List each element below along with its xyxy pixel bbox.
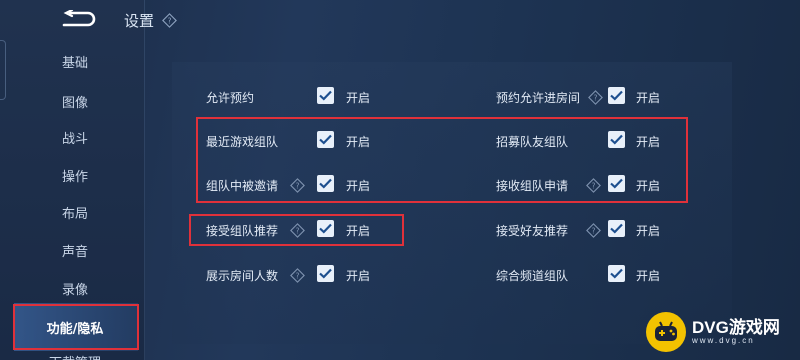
sidebar-item-graphics[interactable]: 图像 (30, 92, 120, 111)
setting-recruit-teammates: 招募队友组队 (496, 133, 568, 150)
checkmark-icon (610, 90, 623, 101)
help-diamond-icon[interactable]: ? (586, 178, 601, 193)
setting-show-room-count: 展示房间人数 ? (206, 267, 305, 284)
checkmark-icon (610, 178, 623, 189)
svg-text:?: ? (296, 271, 300, 280)
svg-text:?: ? (296, 226, 300, 235)
checkmark-icon (319, 268, 332, 279)
help-diamond-icon[interactable]: ? (290, 268, 305, 283)
checkbox-accept-team-recommend[interactable] (317, 220, 334, 237)
setting-invited-in-team: 组队中被邀请 ? (206, 177, 305, 194)
checkmark-icon (319, 134, 332, 145)
setting-label: 组队中被邀请 (206, 179, 279, 193)
setting-accept-friend-recommend: 接受好友推荐 ? (496, 222, 601, 239)
watermark-text: DVG游戏网 (692, 317, 780, 337)
sidebar-item-controls[interactable]: 操作 (30, 166, 120, 185)
watermark: DVG游戏网 www.dvg.cn (646, 310, 794, 354)
checkbox-recruit-teammates[interactable] (608, 131, 625, 148)
help-diamond-icon[interactable]: ? (588, 90, 603, 105)
setting-accept-team-recommend: 接受组队推荐 ? (206, 222, 305, 239)
checkbox-general-channel-team[interactable] (608, 265, 625, 282)
checkmark-icon (610, 223, 623, 234)
checkbox-show-room-count[interactable] (317, 265, 334, 282)
back-button[interactable] (58, 8, 98, 30)
setting-label: 接收组队申请 (496, 179, 569, 193)
setting-general-channel-team: 综合频道组队 (496, 267, 568, 284)
setting-recent-game-team: 最近游戏组队 (206, 133, 278, 150)
svg-text:?: ? (594, 93, 598, 102)
svg-text:?: ? (296, 181, 300, 190)
on-label: 开启 (636, 269, 661, 283)
setting-label: 允许预约 (206, 91, 255, 105)
help-diamond-icon[interactable]: ? (290, 178, 305, 193)
setting-label: 综合频道组队 (496, 269, 569, 283)
watermark-url: www.dvg.cn (692, 335, 755, 345)
help-diamond-icon[interactable]: ? (162, 13, 177, 28)
sidebar-item-function-privacy[interactable]: 功能/隐私 (30, 318, 120, 337)
back-arrow-icon (62, 10, 96, 27)
on-label: 开启 (346, 224, 371, 238)
page-title: 设置 ? (124, 10, 177, 31)
setting-receive-team-apply: 接收组队申请 ? (496, 177, 601, 194)
setting-label: 接受组队推荐 (206, 224, 279, 238)
on-label: 开启 (346, 91, 371, 105)
sidebar-item-battle[interactable]: 战斗 (30, 128, 120, 147)
setting-reservation-enter-room: 预约允许进房间 ? (496, 89, 603, 106)
on-label: 开启 (636, 179, 661, 193)
setting-label: 招募队友组队 (496, 135, 569, 149)
checkbox-reservation-enter-room[interactable] (608, 87, 625, 104)
page-title-text: 设置 (124, 12, 155, 30)
sidebar-item-replay[interactable]: 录像 (30, 279, 120, 298)
on-label: 开启 (346, 179, 371, 193)
checkbox-allow-reservation[interactable] (317, 87, 334, 104)
game-controller-icon (646, 312, 686, 352)
checkmark-icon (319, 223, 332, 234)
checkmark-icon (319, 90, 332, 101)
help-diamond-icon[interactable]: ? (290, 223, 305, 238)
sidebar-item-basic[interactable]: 基础 (30, 52, 120, 71)
checkmark-icon (610, 134, 623, 145)
sidebar-item-layout[interactable]: 布局 (30, 203, 120, 222)
sidebar-item-download[interactable]: 下载管理 (30, 352, 120, 360)
checkbox-accept-friend-recommend[interactable] (608, 220, 625, 237)
checkbox-receive-team-apply[interactable] (608, 175, 625, 192)
on-label: 开启 (346, 135, 371, 149)
on-label: 开启 (636, 224, 661, 238)
checkbox-invited-in-team[interactable] (317, 175, 334, 192)
setting-label: 展示房间人数 (206, 269, 279, 283)
checkbox-recent-game-team[interactable] (317, 131, 334, 148)
svg-text:?: ? (592, 226, 596, 235)
checkmark-icon (610, 268, 623, 279)
setting-label: 最近游戏组队 (206, 135, 279, 149)
checkmark-icon (319, 178, 332, 189)
on-label: 开启 (636, 135, 661, 149)
setting-allow-reservation: 允许预约 (206, 89, 254, 106)
sidebar-item-sound[interactable]: 声音 (30, 241, 120, 260)
sidebar: 基础 图像 战斗 操作 布局 声音 录像 功能/隐私 下载管理 (0, 0, 145, 360)
setting-label: 接受好友推荐 (496, 224, 569, 238)
on-label: 开启 (346, 269, 371, 283)
on-label: 开启 (636, 91, 661, 105)
svg-text:?: ? (592, 181, 596, 190)
help-diamond-icon[interactable]: ? (586, 223, 601, 238)
setting-label: 预约允许进房间 (496, 91, 581, 105)
svg-text:?: ? (168, 16, 172, 25)
sidebar-handle[interactable] (0, 40, 6, 100)
